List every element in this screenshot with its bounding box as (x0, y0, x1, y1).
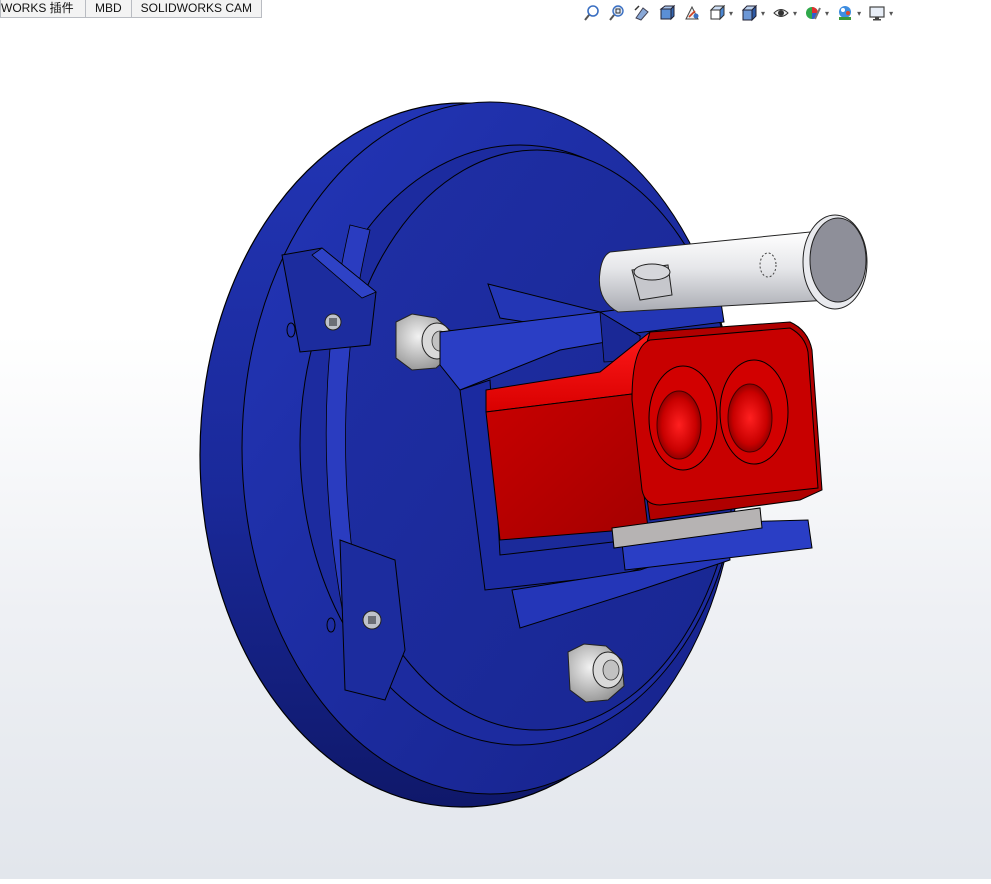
tab-addins[interactable]: WORKS 插件 (0, 0, 86, 18)
view-settings-icon[interactable] (867, 3, 887, 23)
zoom-to-area-icon[interactable] (607, 3, 627, 23)
view-orientation-dropdown-icon[interactable]: ▾ (729, 9, 733, 18)
edit-appearance-icon[interactable] (803, 3, 823, 23)
tab-mbd[interactable]: MBD (85, 0, 132, 18)
tab-solidworks-cam[interactable]: SOLIDWORKS CAM (130, 0, 263, 18)
hide-show-dropdown-icon[interactable]: ▾ (793, 9, 797, 18)
apply-scene-dropdown-icon[interactable]: ▾ (857, 9, 861, 18)
3d-assembly-model[interactable] (0, 24, 991, 879)
graphics-area[interactable] (0, 24, 991, 879)
previous-view-icon[interactable] (632, 3, 652, 23)
edit-appearance-dropdown-icon[interactable]: ▾ (825, 9, 829, 18)
apply-scene-icon[interactable] (835, 3, 855, 23)
zoom-to-fit-icon[interactable] (582, 3, 602, 23)
section-view-icon[interactable] (657, 3, 677, 23)
display-style-icon[interactable] (739, 3, 759, 23)
view-orientation-icon[interactable] (707, 3, 727, 23)
hide-show-items-icon[interactable] (771, 3, 791, 23)
command-manager-tabs: WORKS 插件 MBD SOLIDWORKS CAM (0, 0, 263, 18)
view-settings-dropdown-icon[interactable]: ▾ (889, 9, 893, 18)
display-style-dropdown-icon[interactable]: ▾ (761, 9, 765, 18)
heads-up-view-toolbar: ▾ ▾ ▾ ▾ ▾ ▾ (582, 2, 899, 24)
dynamic-annotation-views-icon[interactable] (682, 3, 702, 23)
